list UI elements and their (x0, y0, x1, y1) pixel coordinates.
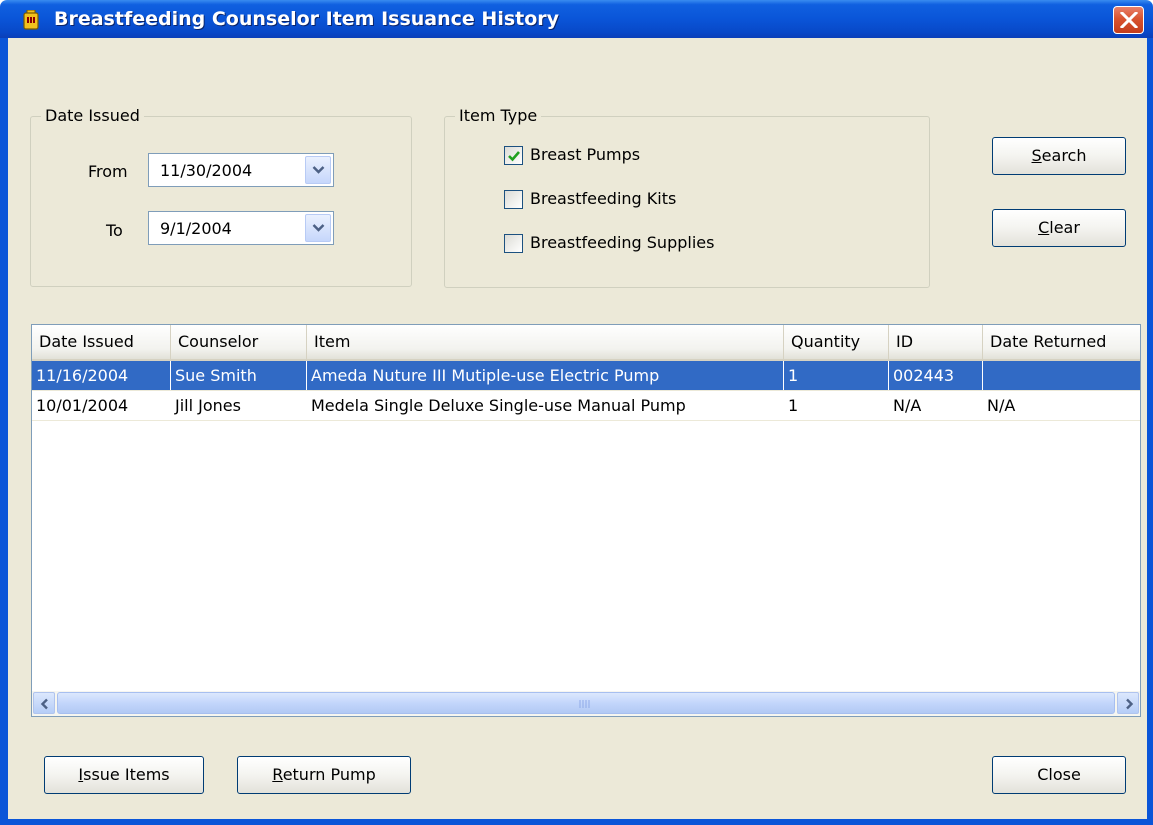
checkmark-icon (508, 151, 520, 162)
scroll-right-button[interactable] (1117, 692, 1139, 714)
window-title: Breastfeeding Counselor Item Issuance Hi… (54, 8, 560, 30)
breastfeeding-supplies-checkbox[interactable] (504, 234, 523, 253)
cell-item: Medela Single Deluxe Single-use Manual P… (311, 396, 686, 415)
close-button[interactable]: Close (992, 756, 1126, 794)
breast-pumps-checkbox[interactable] (504, 146, 523, 165)
breastfeeding-kits-checkbox[interactable] (504, 190, 523, 209)
breast-pumps-checkbox-row[interactable]: Breast Pumps (504, 145, 704, 167)
chevron-left-icon (40, 698, 48, 710)
clear-mnemonic: C (1038, 218, 1050, 237)
to-date-dropdown-button[interactable] (305, 214, 331, 242)
app-icon (23, 10, 39, 30)
window-frame-right (1147, 38, 1153, 825)
from-date-picker[interactable]: 11/30/2004 (148, 153, 334, 187)
issue-items-label-rest: ssue Items (83, 765, 170, 784)
to-label: To (106, 221, 123, 240)
cell-date-issued: 10/01/2004 (36, 396, 129, 415)
column-header-quantity[interactable]: Quantity (784, 325, 889, 359)
cell-quantity: 1 (784, 361, 889, 390)
from-date-value: 11/30/2004 (160, 161, 253, 180)
window-frame-left (0, 38, 8, 825)
breastfeeding-supplies-label: Breastfeeding Supplies (530, 233, 715, 252)
clear-button[interactable]: Clear (992, 209, 1126, 247)
cell-counselor: Sue Smith (171, 361, 307, 390)
return-pump-label-rest: eturn Pump (282, 765, 376, 784)
breastfeeding-kits-checkbox-row[interactable]: Breastfeeding Kits (504, 189, 724, 211)
horizontal-scrollbar[interactable] (32, 691, 1140, 716)
breastfeeding-supplies-checkbox-row[interactable]: Breastfeeding Supplies (504, 233, 764, 255)
column-header-id[interactable]: ID (889, 325, 983, 359)
issuance-history-list[interactable]: Date Issued Counselor Item Quantity ID D… (31, 324, 1141, 717)
search-mnemonic: S (1031, 146, 1042, 165)
return-pump-mnemonic: R (272, 765, 283, 784)
breastfeeding-kits-label: Breastfeeding Kits (530, 189, 677, 208)
cell-date-issued: 11/16/2004 (32, 361, 171, 390)
chevron-right-icon (1126, 698, 1134, 710)
cell-id: N/A (893, 396, 922, 415)
column-header-item[interactable]: Item (307, 325, 784, 359)
date-issued-group: Date Issued From 11/30/2004 To 9/1/2004 (30, 106, 412, 287)
dialog-body: Date Issued From 11/30/2004 To 9/1/2004 (8, 38, 1147, 819)
issue-items-button[interactable]: Issue Items (44, 756, 204, 794)
from-label: From (88, 162, 128, 181)
chevron-down-icon (312, 224, 325, 232)
return-pump-button[interactable]: Return Pump (237, 756, 411, 794)
chevron-down-icon (312, 166, 325, 174)
grip-icon (579, 700, 590, 708)
cell-id: 002443 (889, 361, 983, 390)
to-date-picker[interactable]: 9/1/2004 (148, 211, 334, 245)
search-button[interactable]: Search (992, 137, 1126, 175)
cell-date-returned (983, 361, 1140, 390)
list-header: Date Issued Counselor Item Quantity ID D… (32, 325, 1140, 361)
column-header-date-returned[interactable]: Date Returned (983, 325, 1140, 359)
search-label-rest: earch (1041, 146, 1087, 165)
cell-date-returned: N/A (987, 396, 1016, 415)
close-icon (1120, 12, 1138, 28)
to-date-value: 9/1/2004 (160, 219, 232, 238)
cell-counselor: Jill Jones (175, 396, 241, 415)
table-row[interactable]: 10/01/2004 Jill Jones Medela Single Delu… (32, 391, 1140, 421)
window-close-button[interactable] (1113, 6, 1144, 34)
title-bar[interactable]: Breastfeeding Counselor Item Issuance Hi… (0, 0, 1153, 38)
dialog-window: Breastfeeding Counselor Item Issuance Hi… (0, 0, 1153, 825)
clear-label-rest: lear (1049, 218, 1080, 237)
column-header-counselor[interactable]: Counselor (171, 325, 307, 359)
date-issued-legend: Date Issued (41, 106, 144, 125)
window-frame-bottom (0, 819, 1153, 825)
scroll-left-button[interactable] (33, 692, 55, 714)
cell-quantity: 1 (788, 396, 799, 415)
cell-item: Ameda Nuture III Mutiple-use Electric Pu… (307, 361, 784, 390)
breast-pumps-label: Breast Pumps (530, 145, 641, 164)
item-type-legend: Item Type (455, 106, 542, 125)
table-row[interactable]: 11/16/2004 Sue Smith Ameda Nuture III Mu… (32, 361, 1140, 391)
scroll-thumb[interactable] (57, 692, 1115, 714)
column-header-date-issued[interactable]: Date Issued (32, 325, 171, 359)
item-type-group: Item Type Breast Pumps Breastfeeding Kit… (444, 106, 930, 288)
from-date-dropdown-button[interactable] (305, 156, 331, 184)
